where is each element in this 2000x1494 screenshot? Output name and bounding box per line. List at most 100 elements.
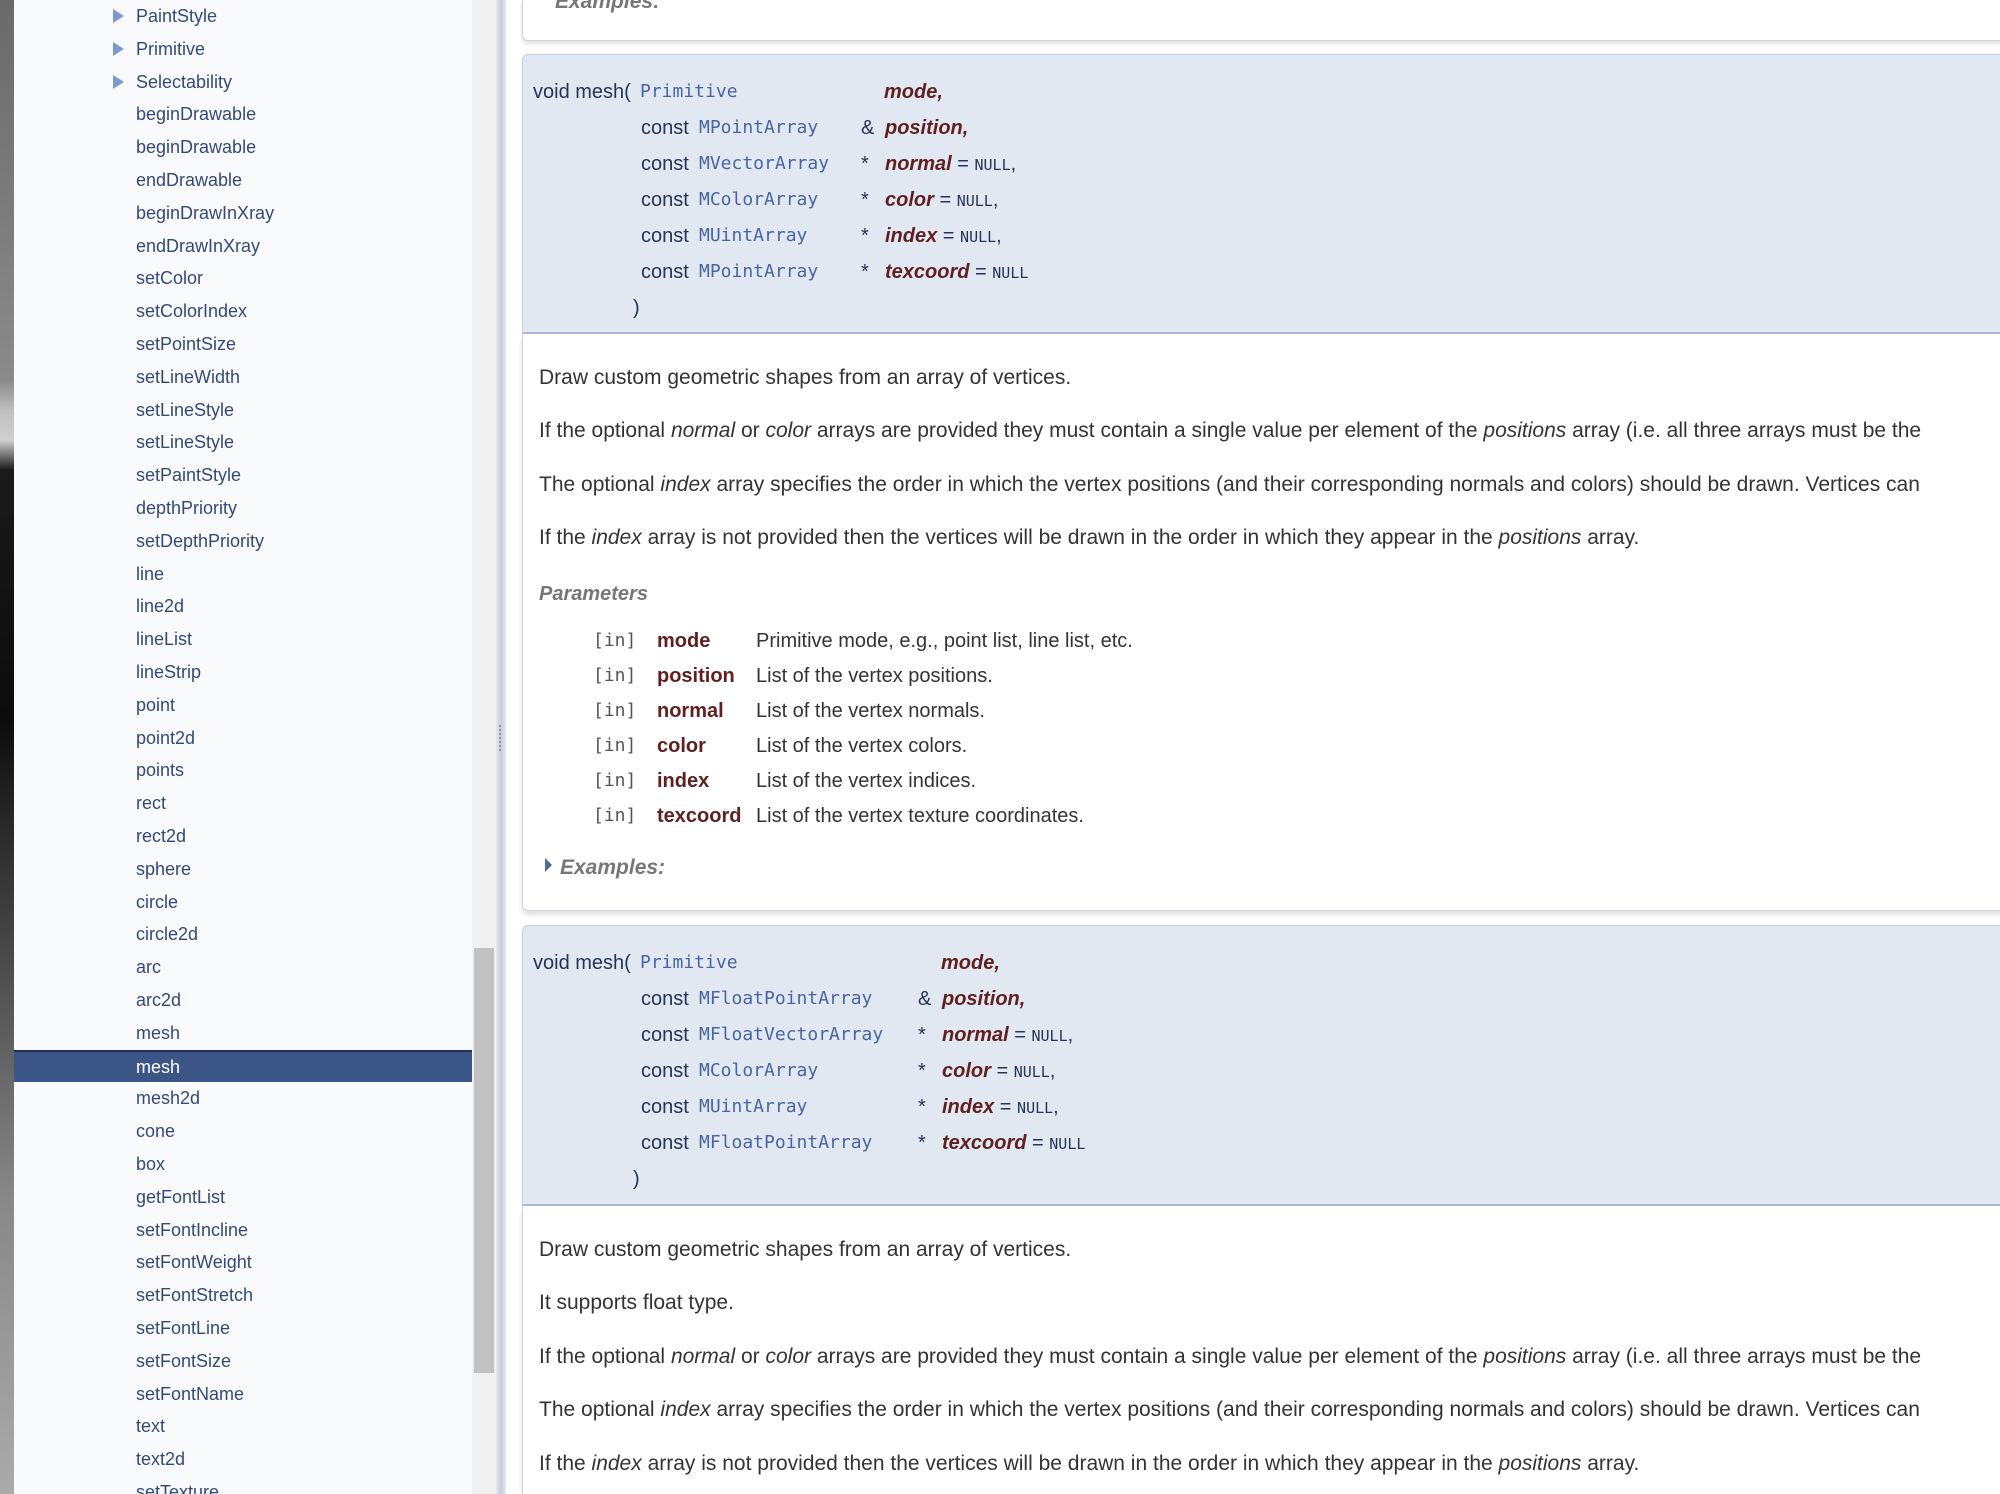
sidebar-item-setpaintstyle[interactable]: setPaintStyle (14, 459, 472, 491)
sidebar-item-line[interactable]: line (14, 558, 472, 590)
sidebar-item-rect[interactable]: rect (14, 787, 472, 819)
param-default-value: NULL (1031, 1027, 1068, 1045)
param-type-link[interactable]: Primitive (640, 948, 738, 978)
sidebar-item-line2d[interactable]: line2d (14, 590, 472, 622)
sidebar-item-begindrawinxray[interactable]: beginDrawInXray (14, 197, 472, 229)
sidebar-item-linestrip[interactable]: lineStrip (14, 656, 472, 688)
sidebar-item-point2d[interactable]: point2d (14, 722, 472, 754)
mesh-1-brief: Draw custom geometric shapes from an arr… (539, 366, 1072, 389)
param-type-link[interactable]: MColorArray (699, 185, 818, 215)
previous-examples-toggle[interactable]: Examples: (555, 0, 660, 14)
sidebar-item-settexture[interactable]: setTexture (14, 1476, 472, 1494)
sidebar-item-label: line (136, 564, 165, 584)
sidebar-item-setcolor[interactable]: setColor (14, 262, 472, 294)
const-keyword: const (641, 189, 689, 211)
sidebar-item-sphere[interactable]: sphere (14, 853, 472, 885)
sidebar-item-selectability[interactable]: Selectability (14, 66, 472, 98)
sidebar-item-point[interactable]: point (14, 689, 472, 721)
sidebar-item-enddrawable[interactable]: endDrawable (14, 164, 472, 196)
sidebar-item-box[interactable]: box (14, 1148, 472, 1180)
sidebar-item-mesh[interactable]: mesh (14, 1050, 472, 1082)
param-name: normal (885, 153, 952, 175)
sidebar-item-label: getFontList (136, 1187, 226, 1207)
expand-arrow-icon[interactable] (113, 9, 124, 23)
const-keyword: const (641, 117, 689, 139)
sidebar-item-label: text (136, 1416, 166, 1436)
sidebar-item-primitive[interactable]: Primitive (14, 33, 472, 65)
sidebar-item-label: rect2d (136, 826, 187, 846)
param-type-link[interactable]: Primitive (640, 77, 738, 107)
mesh2-param-row: const MFloatPointArray * texcoord = NULL (641, 1128, 1641, 1158)
sidebar-item-points[interactable]: points (14, 754, 472, 786)
sidebar-item-label: Selectability (136, 72, 233, 92)
sidebar-item-setcolorindex[interactable]: setColorIndex (14, 295, 472, 327)
param-type-link[interactable]: MPointArray (699, 257, 818, 287)
param-default-value: NULL (1017, 1099, 1054, 1117)
sidebar-item-rect2d[interactable]: rect2d (14, 820, 472, 852)
sidebar-scrollbar-thumb[interactable] (474, 948, 494, 1373)
sidebar-item-text2d[interactable]: text2d (14, 1443, 472, 1475)
sidebar-item-label: cone (136, 1121, 176, 1141)
splitter-grip[interactable] (499, 725, 505, 751)
sidebar-item-setfontline[interactable]: setFontLine (14, 1312, 472, 1344)
mesh-1-signature-head: void mesh( (533, 77, 631, 107)
sidebar-item-circle[interactable]: circle (14, 886, 472, 918)
sidebar-item-label: arc2d (136, 990, 182, 1010)
sidebar-item-paintstyle[interactable]: PaintStyle (14, 0, 472, 32)
sidebar-item-circle2d[interactable]: circle2d (14, 918, 472, 950)
sidebar-item-mesh[interactable]: mesh (14, 1017, 472, 1049)
param-doc-description: List of the vertex indices. (756, 770, 977, 792)
sidebar-item-setfontweight[interactable]: setFontWeight (14, 1246, 472, 1278)
sidebar-item-setfontsize[interactable]: setFontSize (14, 1345, 472, 1377)
sidebar-item-label: setFontLine (136, 1318, 231, 1338)
mesh-1-examples-toggle[interactable]: Examples: (545, 856, 665, 880)
sidebar-item-setfontstretch[interactable]: setFontStretch (14, 1279, 472, 1311)
param-type-link[interactable]: MFloatPointArray (699, 1128, 872, 1158)
sidebar-item-setpointsize[interactable]: setPointSize (14, 328, 472, 360)
sidebar-item-label: circle (136, 892, 179, 912)
sidebar-item-setlinestyle[interactable]: setLineStyle (14, 426, 472, 458)
param-doc-name: normal (657, 700, 724, 722)
sidebar-item-label: setFontIncline (136, 1220, 249, 1240)
expand-arrow-icon[interactable] (113, 42, 124, 56)
sidebar-item-enddrawinxray[interactable]: endDrawInXray (14, 230, 472, 262)
sidebar-item-label: setPaintStyle (136, 465, 242, 485)
const-keyword: const (641, 1132, 689, 1154)
param-name: mode, (884, 81, 943, 103)
sidebar-item-linelist[interactable]: lineList (14, 623, 472, 655)
sidebar-item-setlinewidth[interactable]: setLineWidth (14, 361, 472, 393)
param-type-link[interactable]: MVectorArray (699, 149, 829, 179)
sidebar-item-arc2d[interactable]: arc2d (14, 984, 472, 1016)
param-name: texcoord (885, 261, 970, 283)
param-type-link[interactable]: MFloatPointArray (699, 984, 872, 1014)
sidebar-item-setdepthpriority[interactable]: setDepthPriority (14, 525, 472, 557)
sidebar-item-setfontincline[interactable]: setFontIncline (14, 1214, 472, 1246)
param-name: color (885, 189, 934, 211)
param-type-link[interactable]: MFloatVectorArray (699, 1020, 883, 1050)
mesh-2-open-paren: ( (624, 952, 631, 974)
param-type-link[interactable]: MPointArray (699, 113, 818, 143)
param-type-link[interactable]: MColorArray (699, 1056, 818, 1086)
sidebar-item-text[interactable]: text (14, 1410, 472, 1442)
expand-arrow-icon[interactable] (113, 75, 124, 89)
mesh2-param-row: const MFloatPointArray & position, (641, 984, 1641, 1014)
sidebar-item-depthpriority[interactable]: depthPriority (14, 492, 472, 524)
sidebar-item-setfontname[interactable]: setFontName (14, 1378, 472, 1410)
sidebar-item-begindrawable[interactable]: beginDrawable (14, 98, 472, 130)
sidebar-item-setlinestyle[interactable]: setLineStyle (14, 394, 472, 426)
mesh1-param-row: Primitive mode, (640, 77, 1640, 107)
sidebar-item-cone[interactable]: cone (14, 1115, 472, 1147)
sidebar-item-mesh2d[interactable]: mesh2d (14, 1082, 472, 1114)
sidebar-item-getfontlist[interactable]: getFontList (14, 1181, 472, 1213)
sidebar-item-label: endDrawInXray (136, 236, 261, 256)
const-keyword: const (641, 153, 689, 175)
mesh-1-doc: Draw custom geometric shapes from an arr… (522, 334, 2000, 911)
sidebar-item-label: mesh (136, 1023, 181, 1043)
mesh-2-return-name: void mesh (533, 952, 625, 974)
param-type-link[interactable]: MUintArray (699, 1092, 807, 1122)
sidebar-item-arc[interactable]: arc (14, 951, 472, 983)
param-type-link[interactable]: MUintArray (699, 221, 807, 251)
sidebar-item-label: sphere (136, 859, 192, 879)
param-modifier: * (861, 261, 869, 283)
sidebar-item-begindrawable[interactable]: beginDrawable (14, 131, 472, 163)
